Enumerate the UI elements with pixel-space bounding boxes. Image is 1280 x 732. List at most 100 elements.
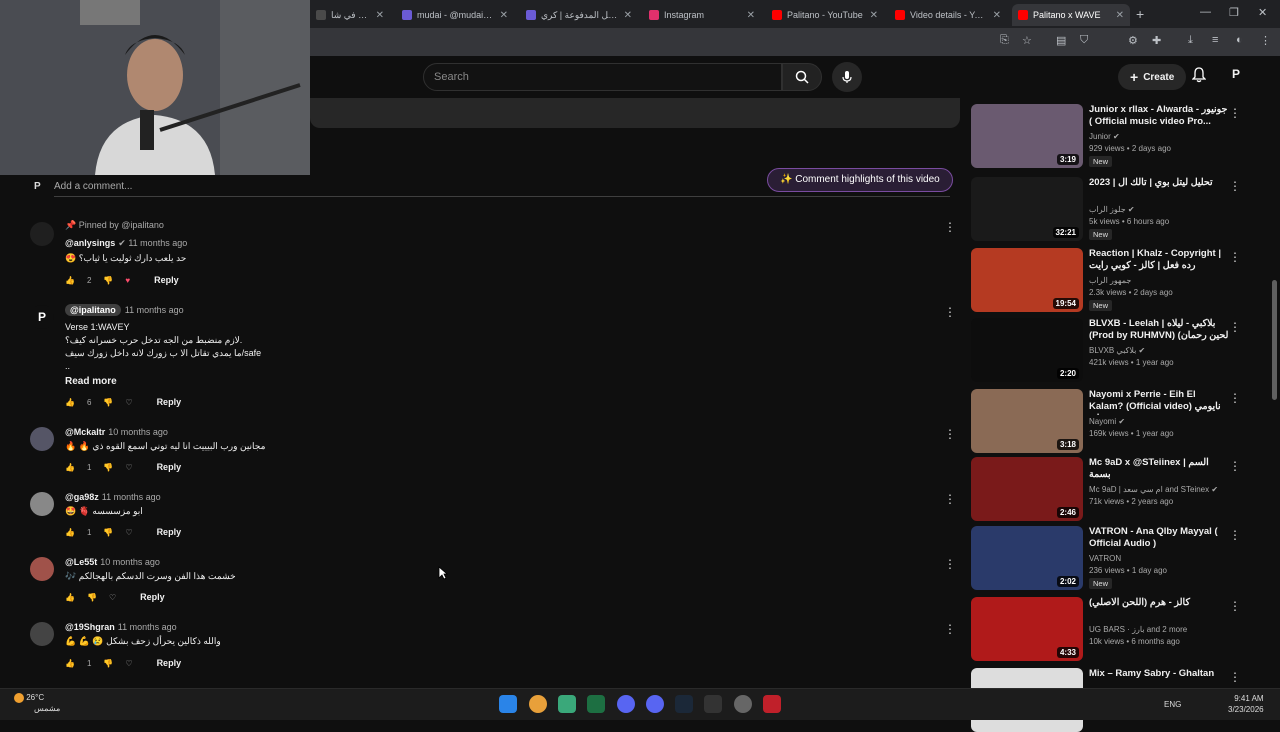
related-video-item[interactable]: 19:54 Reaction | Khalz - Copyright | رده … [971, 248, 1271, 312]
extension-icon[interactable]: ⚙ [1128, 34, 1138, 47]
page-scrollbar[interactable] [1272, 280, 1277, 400]
heart-icon[interactable]: ♡ [125, 398, 132, 407]
commenter-avatar[interactable] [30, 492, 54, 516]
tab-close-icon[interactable]: ✕ [376, 10, 384, 21]
capcut-icon[interactable] [763, 695, 781, 713]
video-thumbnail[interactable]: 19:54 [971, 248, 1083, 312]
video-menu-icon[interactable]: ⋮ [1229, 179, 1241, 193]
video-thumbnail[interactable]: 3:18 [971, 389, 1083, 453]
profile-icon[interactable]: ◐ [1236, 34, 1243, 46]
dislike-icon[interactable]: 👎 [103, 659, 113, 668]
video-channel[interactable]: Nayomi ✔ [1089, 417, 1125, 426]
related-video-item[interactable]: 2:46 Mc 9aD x @STeiinex | السم بسمة Mc 9aD… [971, 457, 1271, 521]
dislike-icon[interactable]: 👎 [87, 593, 97, 602]
add-comment-row[interactable]: P Add a comment... [30, 181, 950, 197]
add-comment-input[interactable]: Add a comment... [54, 181, 132, 192]
discord-icon[interactable] [617, 695, 635, 713]
steam-icon[interactable] [675, 695, 693, 713]
browser-tab[interactable]: Palitano x WAVE ✕ [1012, 4, 1130, 26]
reply-button[interactable]: Reply [140, 592, 165, 602]
excel-icon[interactable] [587, 695, 605, 713]
video-menu-icon[interactable]: ⋮ [1229, 106, 1241, 120]
video-title[interactable]: كالز - هرم (اللحن الاصلي) [1089, 597, 1229, 609]
tab-close-icon[interactable]: ✕ [1116, 10, 1124, 21]
chrome-icon[interactable] [529, 695, 547, 713]
reading-mode-icon[interactable]: ▤ [1056, 34, 1066, 47]
video-thumbnail[interactable]: 3:19 [971, 104, 1083, 168]
bookmark-star-icon[interactable]: ☆ [1022, 34, 1032, 47]
video-channel[interactable]: VATRON [1089, 554, 1121, 563]
video-menu-icon[interactable]: ⋮ [1229, 459, 1241, 473]
video-channel[interactable]: UG BARS · بارز and 2 more [1089, 625, 1187, 634]
video-menu-icon[interactable]: ⋮ [1229, 391, 1241, 405]
video-menu-icon[interactable]: ⋮ [1229, 670, 1241, 684]
related-video-item[interactable]: 3:18 Nayomi x Perrie - Eih El Kalam? (Off… [971, 389, 1271, 453]
like-icon[interactable]: 👍 [65, 398, 75, 407]
comment-author[interactable]: @Le55t [65, 557, 97, 567]
windows-start-icon[interactable] [499, 695, 517, 713]
video-thumbnail[interactable]: 2:46 [971, 457, 1083, 521]
video-title[interactable]: Mc 9aD x @STeiinex | السم بسمة [1089, 457, 1229, 481]
video-thumbnail[interactable]: 4:33 [971, 597, 1083, 661]
commenter-avatar[interactable] [30, 427, 54, 451]
comment-time[interactable]: 11 months ago [118, 622, 177, 632]
like-icon[interactable]: 👍 [65, 528, 75, 537]
create-button[interactable]: + Create [1118, 64, 1187, 90]
new-tab-button[interactable]: + [1136, 6, 1144, 22]
shield-icon[interactable]: ⛉ [1080, 34, 1088, 47]
comment-menu-icon[interactable]: ⋮ [944, 427, 956, 441]
reply-button[interactable]: Reply [157, 658, 182, 668]
media-icon[interactable]: ≡ [1212, 34, 1218, 46]
comment-time[interactable]: 11 months ago [102, 492, 161, 502]
language-indicator[interactable]: ENG [1164, 700, 1181, 709]
related-video-item[interactable]: 3:19 Junior x rllax - Alwarda - جونيور ( … [971, 104, 1271, 168]
related-video-item[interactable]: 32:21 تحليل ليتل بوي | تالك ال | 2023 جلوز… [971, 177, 1271, 241]
minimize-button[interactable]: — [1200, 6, 1211, 18]
description-box[interactable] [310, 98, 960, 128]
video-title[interactable]: Junior x rllax - Alwarda - جونيور ( Offi… [1089, 104, 1229, 128]
video-channel[interactable]: Junior ✔ [1089, 132, 1120, 141]
commenter-avatar[interactable] [30, 222, 54, 246]
browser-tab[interactable]: انضم للعمل في شا ✕ [310, 4, 390, 26]
browser-tab[interactable]: الرسائل المدفوعة | كري ✕ [520, 4, 638, 26]
commenter-avatar[interactable] [30, 622, 54, 646]
comment-author[interactable]: @Mckaltr [65, 427, 105, 437]
tab-close-icon[interactable]: ✕ [993, 10, 1001, 21]
dislike-icon[interactable]: 👎 [103, 528, 113, 537]
app-icon[interactable] [558, 695, 576, 713]
like-icon[interactable]: 👍 [65, 463, 75, 472]
comment-time[interactable]: 10 months ago [108, 427, 168, 437]
puzzle-icon[interactable]: ✚ [1152, 34, 1161, 47]
comment-menu-icon[interactable]: ⋮ [944, 557, 956, 571]
system-clock[interactable]: 9:41 AM 3/23/2026 [1228, 693, 1264, 715]
tab-close-icon[interactable]: ✕ [500, 10, 508, 21]
video-title[interactable]: Mix – Ramy Sabry - Ghaltan [1089, 668, 1229, 680]
tab-close-icon[interactable]: ✕ [747, 10, 755, 21]
video-menu-icon[interactable]: ⋮ [1229, 250, 1241, 264]
video-channel[interactable]: BLVXB بلاكبي ✔ [1089, 346, 1145, 355]
comment-author[interactable]: @anlysings [65, 238, 115, 248]
related-video-item[interactable]: 2:02 VATRON - Ana Qlby Mayyal ( Official … [971, 526, 1271, 590]
video-title[interactable]: Reaction | Khalz - Copyright | رده فعل |… [1089, 248, 1229, 272]
video-thumbnail[interactable]: 2:20 [971, 318, 1083, 382]
comment-menu-icon[interactable]: ⋮ [944, 492, 956, 506]
account-avatar[interactable]: P [1232, 67, 1240, 81]
comment-menu-icon[interactable]: ⋮ [944, 305, 956, 319]
read-more-button[interactable]: Read more [65, 376, 117, 387]
video-menu-icon[interactable]: ⋮ [1229, 320, 1241, 334]
video-channel[interactable]: جمهور الراب [1089, 276, 1131, 285]
reply-button[interactable]: Reply [154, 275, 179, 285]
comment-author[interactable]: @19Shgran [65, 622, 115, 632]
obs-icon[interactable] [734, 695, 752, 713]
browser-tab[interactable]: Video details - YouTu ✕ [889, 4, 1007, 26]
browser-tab[interactable]: Palitano - YouTube ✕ [766, 4, 884, 26]
search-button[interactable] [782, 63, 822, 91]
tab-close-icon[interactable]: ✕ [624, 10, 632, 21]
video-channel[interactable]: جلوز الراب ✔ [1089, 205, 1135, 214]
reply-button[interactable]: Reply [157, 397, 182, 407]
weather-widget[interactable]: 26°C مشمس [14, 692, 60, 714]
commenter-avatar[interactable] [30, 557, 54, 581]
comment-author[interactable]: @ga98z [65, 492, 99, 502]
heart-icon[interactable]: ♡ [109, 593, 116, 602]
like-icon[interactable]: 👍 [65, 593, 75, 602]
